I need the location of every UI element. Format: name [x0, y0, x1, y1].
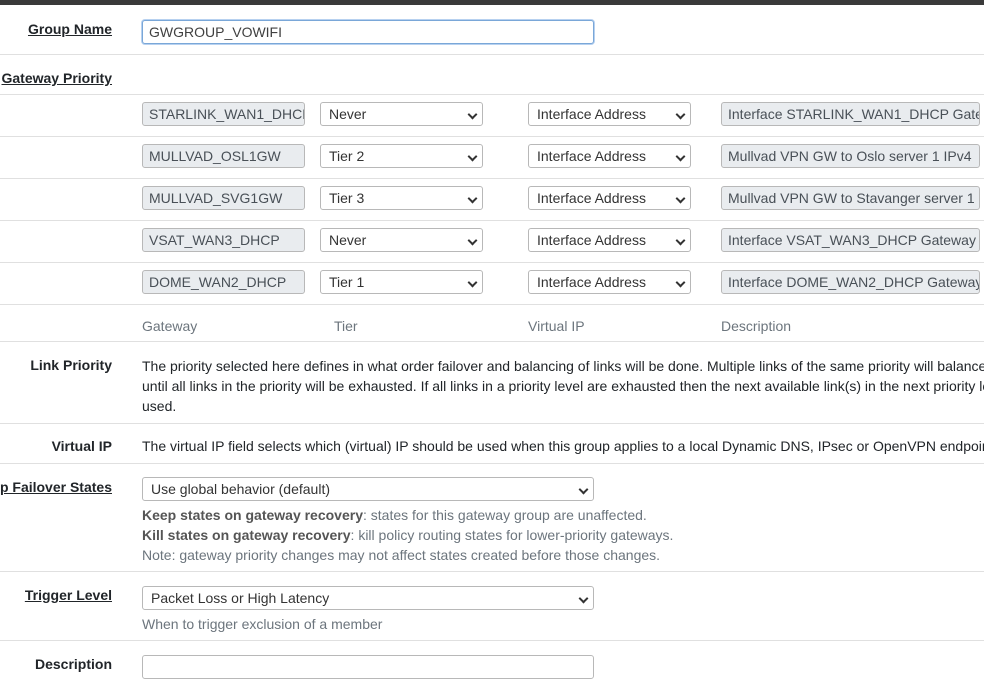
description-row: Description: [0, 641, 984, 680]
keep-failover-help: Keep states on gateway recovery: states …: [142, 505, 647, 525]
chevron-down-icon: [467, 235, 478, 246]
keep-failover-value: Use global behavior (default): [151, 481, 330, 497]
trigger-level-help: When to trigger exclusion of a member: [142, 616, 383, 632]
keep-failover-help: Note: gateway priority changes may not a…: [142, 545, 660, 565]
group-name-input[interactable]: GWGROUP_VOWIFI: [142, 20, 594, 44]
virtual-ip-value: Interface Address: [537, 148, 646, 164]
tier-select[interactable]: Tier 3: [320, 186, 483, 210]
chevron-down-icon: [578, 484, 589, 495]
gateway-description-field: Mullvad VPN GW to Stavanger server 1 IPv…: [721, 186, 980, 210]
virtual-ip-text: The virtual IP field selects which (virt…: [142, 438, 984, 454]
keep-failover-row: Keep Failover States Use global behavior…: [0, 464, 984, 572]
chevron-down-icon: [467, 109, 478, 120]
gateway-description-field: Mullvad VPN GW to Oslo server 1 IPv4: [721, 144, 980, 168]
chevron-down-icon: [675, 235, 686, 246]
link-priority-text: The priority selected here defines in wh…: [142, 358, 984, 374]
help-text: : states for this gateway group are unaf…: [363, 507, 647, 523]
link-priority-label: Link Priority: [30, 357, 112, 373]
virtual-ip-select[interactable]: Interface Address: [528, 102, 691, 126]
trigger-level-label: Trigger Level: [24, 587, 112, 603]
column-header-virtual-ip: Virtual IP: [528, 318, 585, 334]
tier-value: Tier 1: [329, 274, 365, 290]
gateway-description-field: Interface VSAT_WAN3_DHCP Gateway: [721, 228, 980, 252]
tier-value: Never: [329, 232, 367, 248]
column-header-row: Gateway Tier Virtual IP Description: [0, 305, 984, 342]
link-priority-text: used.: [142, 398, 177, 414]
virtual-ip-select[interactable]: Interface Address: [528, 186, 691, 210]
chevron-down-icon: [467, 277, 478, 288]
virtual-ip-value: Interface Address: [537, 274, 646, 290]
help-text: : kill policy routing states for lower-p…: [350, 527, 674, 543]
tier-select[interactable]: Never: [320, 102, 483, 126]
tier-value: Tier 2: [329, 148, 365, 164]
virtual-ip-row: Virtual IP The virtual IP field selects …: [0, 424, 984, 464]
trigger-level-value: Packet Loss or High Latency: [151, 590, 330, 606]
virtual-ip-select[interactable]: Interface Address: [528, 228, 691, 252]
virtual-ip-value: Interface Address: [537, 106, 646, 122]
chevron-down-icon: [467, 151, 478, 162]
gateway-priority-label: Gateway Priority: [1, 70, 113, 86]
keep-failover-select[interactable]: Use global behavior (default): [142, 477, 594, 501]
column-header-description: Description: [721, 318, 792, 334]
chevron-down-icon: [467, 193, 478, 204]
link-priority-text: until all links in the priority will be …: [142, 378, 984, 394]
virtual-ip-value: Interface Address: [537, 232, 646, 248]
gateway-description-field: Interface STARLINK_WAN1_DHCP Gateway: [721, 102, 980, 126]
help-text: Note: gateway priority changes may not a…: [142, 547, 661, 563]
description-input[interactable]: [142, 655, 594, 679]
gateway-name-field: DOME_WAN2_DHCP: [142, 270, 305, 294]
gateway-row: MULLVAD_SVG1GW Tier 3 Interface Address …: [0, 179, 984, 221]
help-bold: Kill states on gateway recovery: [142, 527, 351, 543]
trigger-level-select[interactable]: Packet Loss or High Latency: [142, 586, 594, 610]
help-bold: Keep states on gateway recovery: [142, 507, 363, 523]
gateway-row: STARLINK_WAN1_DHCP Never Interface Addre…: [0, 95, 984, 137]
gateway-name-field: VSAT_WAN3_DHCP: [142, 228, 305, 252]
group-name-row: Group Name GWGROUP_VOWIFI: [0, 5, 984, 55]
tier-select[interactable]: Tier 1: [320, 270, 483, 294]
trigger-level-row: Trigger Level Packet Loss or High Latenc…: [0, 572, 984, 641]
column-header-tier: Tier: [334, 318, 358, 334]
link-priority-row: Link Priority The priority selected here…: [0, 342, 984, 424]
chevron-down-icon: [675, 109, 686, 120]
tier-select[interactable]: Never: [320, 228, 483, 252]
gateway-row: DOME_WAN2_DHCP Tier 1 Interface Address …: [0, 263, 984, 305]
chevron-down-icon: [675, 277, 686, 288]
keep-failover-label: Keep Failover States: [0, 479, 112, 495]
virtual-ip-value: Interface Address: [537, 190, 646, 206]
tier-value: Tier 3: [329, 190, 365, 206]
gateway-description-field: Interface DOME_WAN2_DHCP Gateway: [721, 270, 980, 294]
virtual-ip-select[interactable]: Interface Address: [528, 270, 691, 294]
gateway-row: VSAT_WAN3_DHCP Never Interface Address I…: [0, 221, 984, 263]
virtual-ip-select[interactable]: Interface Address: [528, 144, 691, 168]
tier-select[interactable]: Tier 2: [320, 144, 483, 168]
column-header-gateway: Gateway: [142, 318, 198, 334]
gateway-name-field: MULLVAD_OSL1GW: [142, 144, 305, 168]
description-label: Description: [34, 656, 112, 672]
gateway-name-field: STARLINK_WAN1_DHCP: [142, 102, 305, 126]
chevron-down-icon: [675, 193, 686, 204]
gateway-priority-row: Gateway Priority: [0, 55, 984, 95]
group-name-label: Group Name: [27, 21, 112, 37]
virtual-ip-label: Virtual IP: [51, 438, 112, 454]
gateway-name-field: MULLVAD_SVG1GW: [142, 186, 305, 210]
keep-failover-help: Kill states on gateway recovery: kill po…: [142, 525, 673, 545]
gateway-row: MULLVAD_OSL1GW Tier 2 Interface Address …: [0, 137, 984, 179]
chevron-down-icon: [675, 151, 686, 162]
chevron-down-icon: [578, 593, 589, 604]
tier-value: Never: [329, 106, 367, 122]
